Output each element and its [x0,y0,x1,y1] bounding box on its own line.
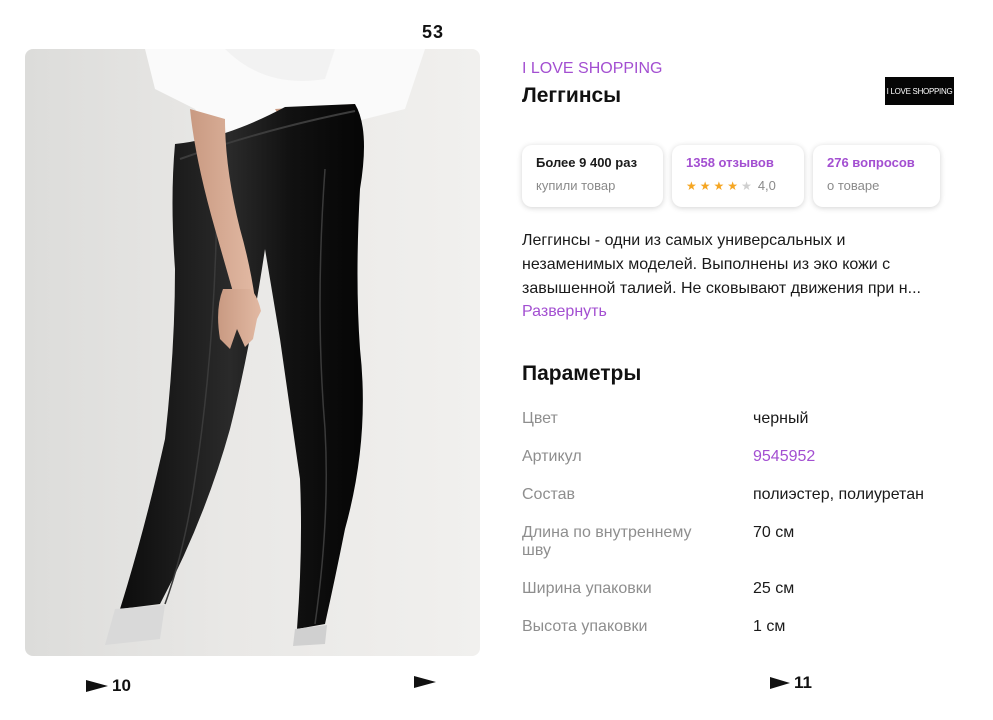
param-value: полиэстер, полиуретан [753,486,924,503]
page-marker-right: 11 [770,673,812,693]
brand-link[interactable]: I LOVE SHOPPING [522,60,662,78]
description-line: завышенной талией. Не сковывают движения… [522,280,921,297]
param-label: Ширина упаковки [522,580,652,597]
product-title: Леггинсы [522,84,622,107]
questions-count[interactable]: 276 вопросов [827,155,926,170]
page-marker-left: 10 [86,676,131,696]
purchases-card: Более 9 400 раз купили товар [522,145,663,207]
expand-description-link[interactable]: Развернуть [522,303,607,321]
params-heading: Параметры [522,362,642,385]
star-icon: ★ [727,178,739,193]
param-label: Высота упаковки [522,618,648,635]
product-description: Леггинсы - одни из самых универсальных и… [522,229,962,301]
star-icon: ★ [713,178,725,193]
description-line: Леггинсы - одни из самых универсальных и [522,232,846,249]
arrow-right-icon [770,677,790,689]
star-icon: ★ [686,178,697,193]
purchases-count: Более 9 400 раз [536,155,638,170]
param-label: Артикул [522,448,582,465]
description-line: незаменимых моделей. Выполнены из эко ко… [522,256,891,273]
param-label: Цвет [522,410,558,427]
product-photo[interactable] [25,49,480,656]
leggings-model-illustration [105,49,425,646]
reviews-card[interactable]: 1358 отзывов ★ ★ ★ ★ ★ 4,0 [672,145,804,207]
param-value: 70 см [753,524,795,541]
purchases-caption: купили товар [536,178,616,193]
param-value: черный [753,410,809,427]
rating-row: ★ ★ ★ ★ ★ 4,0 [686,178,790,193]
brand-logo[interactable]: I LOVE SHOPPING [885,77,954,105]
arrow-right-icon [86,680,108,692]
param-value: 1 см [753,618,786,635]
questions-card[interactable]: 276 вопросов о товаре [813,145,940,207]
page-marker-middle [414,676,440,688]
star-empty-icon: ★ [741,178,752,193]
param-label: Состав [522,486,575,503]
article-number-link[interactable]: 9545952 [753,448,815,466]
star-icon: ★ [699,178,711,193]
page-number-top: 53 [422,22,445,42]
questions-caption: о товаре [827,178,880,193]
param-label: Длина по внутреннему шву [522,524,692,559]
rating-value: 4,0 [757,178,776,193]
arrow-right-icon [414,676,436,688]
reviews-count[interactable]: 1358 отзывов [686,155,790,170]
param-value: 25 см [753,580,795,597]
